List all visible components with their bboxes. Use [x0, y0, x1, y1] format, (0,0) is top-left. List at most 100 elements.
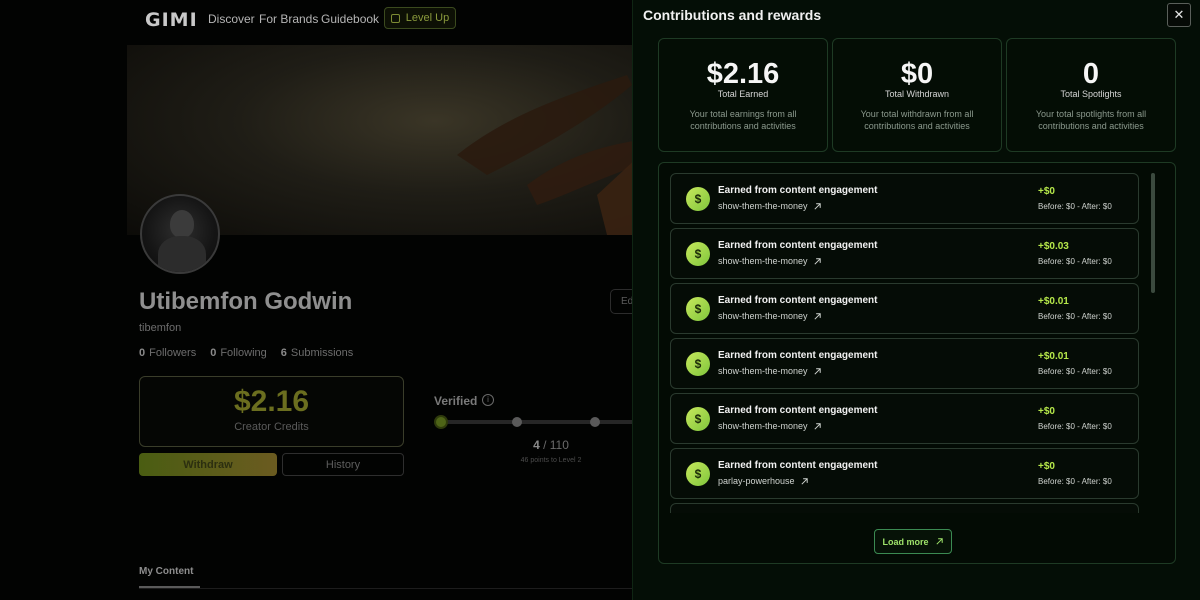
reward-entry-amount: +$0.01 — [1038, 351, 1069, 362]
reward-entry-title: Earned from content engagement — [718, 405, 878, 416]
rewards-list[interactable]: $ Earned from content engagement show-th… — [670, 173, 1139, 513]
level-up-label: Level Up — [405, 12, 450, 24]
reward-entry: $ Earned from content engagement parlay-… — [670, 448, 1139, 499]
reward-entry: $ Earned from content engagement show-th… — [670, 173, 1139, 224]
nav-link-guidebook[interactable]: Guidebook — [321, 12, 379, 26]
reward-entry-link[interactable]: show-them-the-money — [718, 421, 822, 431]
avatar-figure-head — [170, 210, 194, 238]
total-earned-label: Total Earned — [717, 89, 769, 99]
reward-entry-link[interactable]: parlay-powerhouse — [718, 476, 809, 486]
top-navigation: GIMI Discover For Brands Guidebook Level… — [0, 0, 640, 38]
creator-credits-card: $2.16 Creator Credits — [139, 376, 404, 447]
close-button[interactable]: ✕ — [1167, 3, 1191, 27]
reward-entry-balance: Before: $0 - After: $0 — [1038, 202, 1112, 211]
reward-entry-link[interactable]: show-them-the-money — [718, 311, 822, 321]
reward-entry-title: Earned from content engagement — [718, 295, 878, 306]
submissions-count: 6 — [280, 347, 287, 359]
tab-my-content[interactable]: My Content — [139, 566, 193, 585]
profile-avatar[interactable] — [140, 194, 220, 274]
profile-name: Utibemfon Godwin — [139, 288, 353, 315]
following-stat[interactable]: 0 Following — [210, 347, 267, 359]
tab-divider — [139, 588, 639, 589]
level-points-remaining: 46 points to Level 2 — [520, 457, 582, 464]
gimi-logo[interactable]: GIMI — [145, 9, 198, 31]
reward-entry-balance: Before: $0 - After: $0 — [1038, 367, 1112, 376]
external-link-icon — [813, 202, 821, 210]
level-points-current: 4 — [533, 438, 540, 452]
reward-entry-balance: Before: $0 - After: $0 — [1038, 257, 1112, 266]
profile-stats: 0 Followers 0 Following 6 Submissions — [139, 347, 353, 359]
followers-label: Followers — [149, 347, 197, 359]
total-withdrawn-card: $0 Total Withdrawn Your total withdrawn … — [832, 38, 1002, 152]
reward-entry-title: Earned from content engagement — [718, 185, 878, 196]
total-earned-value: $2.16 — [706, 58, 780, 90]
screen: GIMI Discover For Brands Guidebook Level… — [0, 0, 1200, 600]
reward-entry-amount: +$0 — [1038, 406, 1055, 417]
load-more-label: Load more — [882, 536, 929, 547]
level-points-total: / 110 — [543, 438, 569, 452]
reward-entry-link[interactable]: show-them-the-money — [718, 201, 822, 211]
history-button[interactable]: History — [282, 453, 404, 476]
following-label: Following — [220, 347, 267, 359]
contributions-drawer: Contributions and rewards ✕ $2.16 Total … — [632, 0, 1200, 600]
total-spotlights-card: 0 Total Spotlights Your total spotlights… — [1006, 38, 1176, 152]
reward-entry-amount: +$0.01 — [1038, 296, 1069, 307]
drawer-title: Contributions and rewards — [643, 7, 822, 23]
dollar-coin-icon: $ — [686, 297, 710, 321]
dollar-coin-icon: $ — [686, 462, 710, 486]
reward-entry-slug: show-them-the-money — [718, 311, 808, 321]
external-link-icon — [935, 538, 943, 545]
scrollbar-thumb[interactable] — [1151, 173, 1155, 293]
rewards-list-scrollbar[interactable] — [1151, 173, 1155, 511]
nav-link-for-brands[interactable]: For Brands — [259, 12, 318, 26]
external-link-icon — [813, 367, 821, 375]
reward-entry-amount: +$0.03 — [1038, 241, 1069, 252]
reward-entry-link[interactable]: show-them-the-money — [718, 256, 822, 266]
reward-entry-link[interactable]: show-them-the-money — [718, 366, 822, 376]
reward-entry: $ Earned from content engagement show-th… — [670, 338, 1139, 389]
total-earned-card: $2.16 Total Earned Your total earnings f… — [658, 38, 828, 152]
total-earned-description: Your total earnings from all contributio… — [689, 109, 797, 131]
external-link-icon — [813, 257, 821, 265]
level-dot — [512, 417, 522, 427]
creator-credits-label: Creator Credits — [234, 421, 309, 433]
total-spotlights-value: 0 — [1082, 58, 1100, 90]
reward-entry-title: Earned from content engagement — [718, 460, 878, 471]
withdraw-button[interactable]: Withdraw — [139, 453, 277, 476]
dollar-coin-icon: $ — [686, 242, 710, 266]
following-count: 0 — [210, 347, 217, 359]
followers-stat[interactable]: 0 Followers — [139, 347, 196, 359]
reward-entry-balance: Before: $0 - After: $0 — [1038, 477, 1112, 486]
total-spotlights-label: Total Spotlights — [1060, 89, 1122, 99]
dollar-coin-icon: $ — [686, 407, 710, 431]
level-progress-track — [436, 420, 636, 424]
rewards-list-panel: $ Earned from content engagement show-th… — [658, 162, 1176, 564]
external-link-icon — [800, 477, 808, 485]
reward-entry: $ Earned from content engagement show-th… — [670, 283, 1139, 334]
avatar-figure-body — [158, 236, 206, 272]
info-icon[interactable]: i — [482, 394, 494, 406]
submissions-stat[interactable]: 6 Submissions — [281, 347, 353, 359]
reward-entry-slug: show-them-the-money — [718, 201, 808, 211]
load-more-button[interactable]: Load more — [874, 529, 952, 554]
reward-entry-slug: show-them-the-money — [718, 256, 808, 266]
dollar-coin-icon: $ — [686, 187, 710, 211]
total-withdrawn-label: Total Withdrawn — [884, 89, 950, 99]
reward-entry-balance: Before: $0 - After: $0 — [1038, 312, 1112, 321]
reward-entry-slug: show-them-the-money — [718, 366, 808, 376]
reward-entry-amount: +$0 — [1038, 186, 1055, 197]
reward-entry-slug: parlay-powerhouse — [718, 476, 795, 486]
dollar-coin-icon: $ — [686, 352, 710, 376]
level-up-button[interactable]: Level Up — [384, 7, 456, 29]
close-icon: ✕ — [1173, 7, 1185, 22]
external-link-icon — [813, 312, 821, 320]
reward-entry-title: Earned from content engagement — [718, 350, 878, 361]
total-withdrawn-description: Your total withdrawn from all contributi… — [860, 109, 974, 131]
verified-label: Verified — [434, 394, 478, 408]
reward-entry-amount: +$0 — [1038, 461, 1055, 472]
external-link-icon — [813, 422, 821, 430]
level-points: 4 / 110 — [496, 438, 606, 452]
nav-link-discover[interactable]: Discover — [208, 12, 255, 26]
level-dot — [590, 417, 600, 427]
submissions-label: Submissions — [290, 347, 354, 359]
